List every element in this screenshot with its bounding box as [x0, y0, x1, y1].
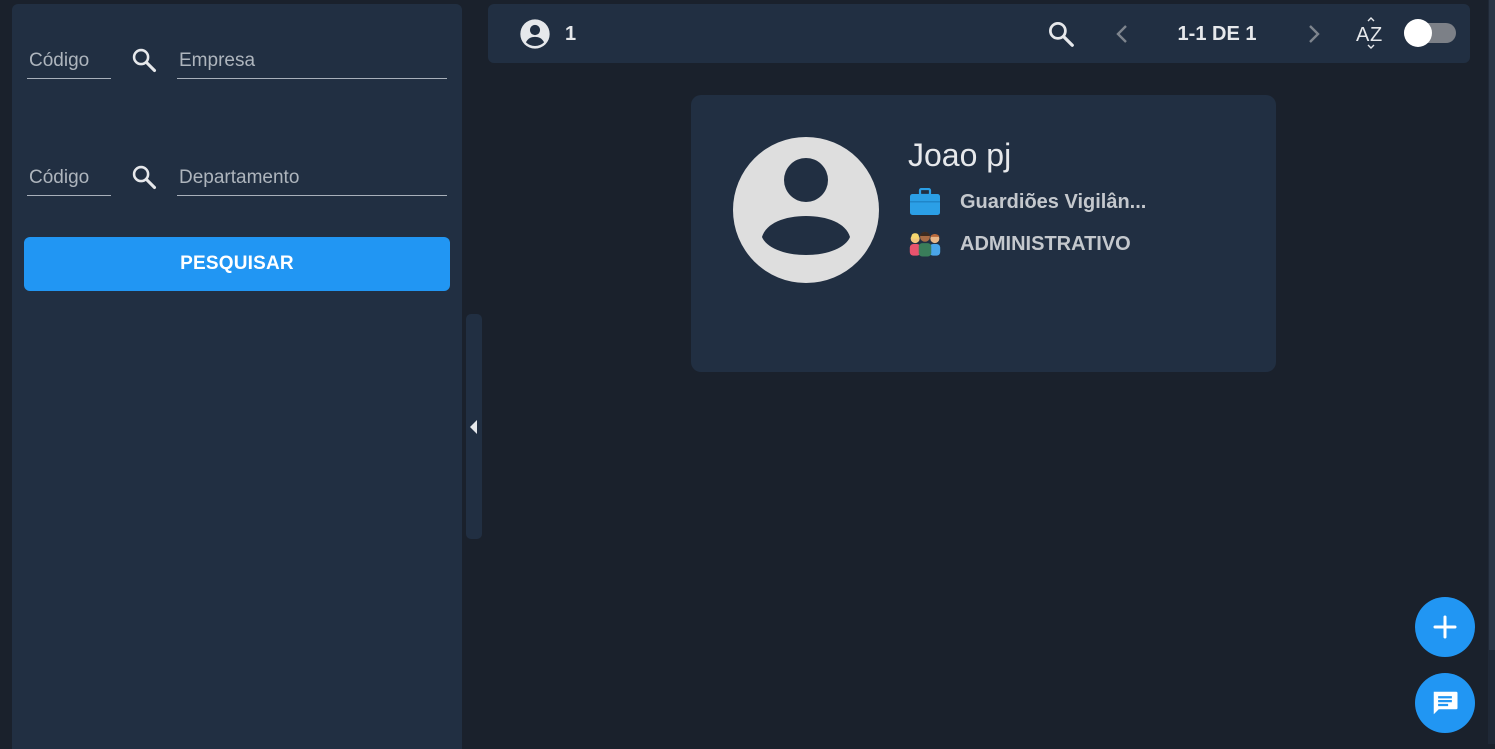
- chat-icon: [1433, 691, 1458, 715]
- departamento-search-button[interactable]: [128, 161, 160, 193]
- sort-az-icon: A Z: [1356, 17, 1382, 49]
- prev-page-button[interactable]: [1108, 18, 1136, 50]
- account-circle-icon: [520, 19, 550, 49]
- sort-toggle-knob: [1404, 19, 1432, 47]
- next-page-button[interactable]: [1300, 18, 1328, 50]
- results-toolbar: 1 1-1 DE 1 A Z: [488, 4, 1470, 63]
- search-icon: [132, 165, 157, 190]
- pagination-label: 1-1 DE 1: [1177, 22, 1257, 45]
- employee-company-row: Guardiões Vigilân...: [908, 187, 1146, 217]
- briefcase-icon: [908, 187, 942, 217]
- search-button-label: PESQUISAR: [180, 253, 294, 274]
- add-button[interactable]: [1415, 597, 1475, 657]
- sort-toggle[interactable]: [1404, 19, 1456, 47]
- employee-company: Guardiões Vigilân...: [960, 190, 1147, 213]
- departamento-code-field[interactable]: Código: [27, 167, 111, 196]
- avatar-icon: [733, 137, 879, 283]
- sort-az-button[interactable]: A Z: [1354, 16, 1390, 52]
- chat-button[interactable]: [1415, 673, 1475, 733]
- empresa-code-field[interactable]: Código: [27, 50, 111, 79]
- caret-left-icon: [470, 419, 477, 434]
- empresa-search-button[interactable]: [128, 44, 160, 76]
- employee-department: ADMINISTRATIVO: [960, 232, 1131, 255]
- employee-name: Joao pj: [908, 137, 1012, 173]
- page-scrollbar-thumb[interactable]: [1489, 0, 1495, 650]
- departamento-name-field[interactable]: Departamento: [177, 167, 447, 196]
- toolbar-search-button[interactable]: [1044, 17, 1078, 51]
- chevron-left-icon: [1116, 25, 1127, 43]
- employee-department-row: ADMINISTRATIVO: [908, 229, 1131, 259]
- search-button[interactable]: PESQUISAR: [24, 237, 450, 291]
- departamento-name-placeholder: Departamento: [179, 167, 300, 188]
- svg-text:A: A: [1356, 24, 1370, 46]
- svg-text:Z: Z: [1370, 24, 1382, 46]
- search-icon: [132, 48, 157, 73]
- chevron-right-icon: [1309, 25, 1320, 43]
- search-icon: [1049, 22, 1074, 47]
- departamento-code-placeholder: Código: [29, 167, 90, 188]
- user-count: 1: [519, 18, 576, 50]
- collapse-panel-handle[interactable]: [466, 314, 482, 539]
- empresa-name-placeholder: Empresa: [179, 50, 256, 71]
- employee-card[interactable]: Joao pj Guardiões Vigilân... ADMINISTRAT…: [691, 95, 1276, 372]
- people-icon: [908, 229, 942, 259]
- user-count-value: 1: [565, 22, 577, 45]
- empresa-code-placeholder: Código: [29, 50, 90, 71]
- filter-panel: Código Empresa Código Departamento PESQU…: [12, 4, 462, 749]
- plus-icon: [1433, 615, 1457, 639]
- empresa-name-field[interactable]: Empresa: [177, 50, 447, 79]
